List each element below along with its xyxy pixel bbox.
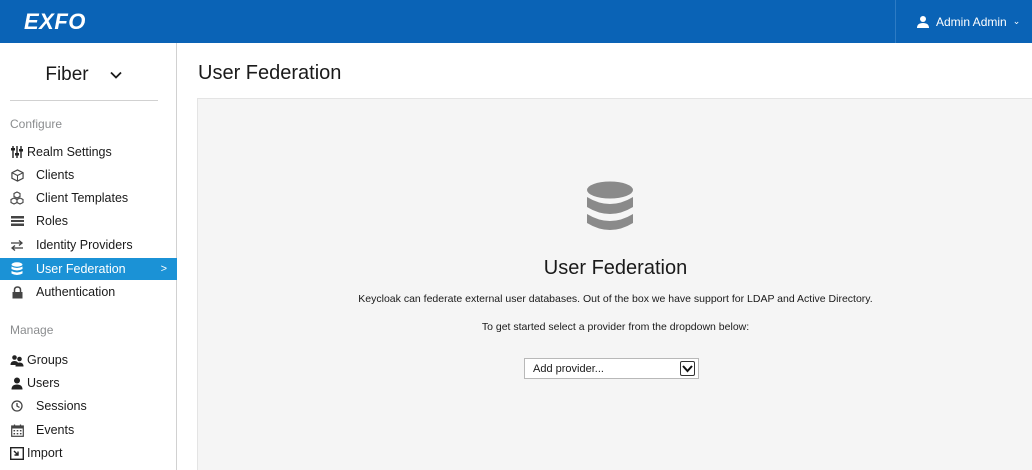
empty-state-instruction: To get started select a provider from th… bbox=[481, 321, 750, 333]
realm-name: Fiber bbox=[45, 63, 89, 85]
database-icon bbox=[10, 262, 24, 276]
sidebar: Fiber Configure Realm Settings Clients C… bbox=[0, 43, 177, 470]
sidebar-item-label: Users bbox=[27, 376, 60, 390]
user-name: Admin Admin bbox=[936, 14, 1007, 29]
cubes-icon bbox=[10, 191, 24, 205]
empty-state-panel: User Federation Keycloak can federate ex… bbox=[197, 98, 1032, 470]
sidebar-item-roles[interactable]: Roles bbox=[0, 210, 177, 232]
sidebar-item-label: Events bbox=[36, 423, 75, 437]
chevron-down-icon: ⌄ bbox=[1012, 16, 1021, 26]
sidebar-item-sessions[interactable]: Sessions bbox=[0, 395, 177, 417]
brand-area: EXFO bbox=[0, 0, 177, 43]
sidebar-item-groups[interactable]: Groups bbox=[0, 349, 177, 371]
sidebar-item-events[interactable]: Events bbox=[0, 419, 177, 441]
manage-section-label: Manage bbox=[10, 323, 54, 337]
sidebar-item-client-templates[interactable]: Client Templates bbox=[0, 187, 177, 209]
sidebar-item-label: Authentication bbox=[36, 285, 116, 299]
sidebar-item-users[interactable]: Users bbox=[0, 372, 177, 394]
chevron-down-icon bbox=[680, 361, 695, 376]
lock-icon bbox=[10, 285, 24, 299]
sidebar-item-label: Import bbox=[27, 446, 63, 460]
users-icon bbox=[10, 353, 24, 367]
chevron-down-icon bbox=[110, 71, 122, 79]
page-title: User Federation bbox=[198, 62, 342, 84]
select-value: Add provider... bbox=[533, 362, 604, 375]
add-provider-select[interactable]: Add provider... bbox=[524, 358, 699, 379]
sidebar-item-label: User Federation bbox=[36, 262, 126, 276]
sidebar-item-user-federation[interactable]: User Federation > bbox=[0, 258, 177, 280]
exchange-icon bbox=[10, 238, 24, 252]
list-icon bbox=[10, 214, 24, 228]
sidebar-item-clients[interactable]: Clients bbox=[0, 164, 177, 186]
sidebar-item-label: Groups bbox=[27, 353, 68, 367]
sidebar-item-label: Clients bbox=[36, 168, 75, 182]
empty-state-description: Keycloak can federate external user data… bbox=[358, 293, 873, 305]
sliders-icon bbox=[10, 145, 24, 159]
user-icon bbox=[917, 15, 929, 28]
sidebar-item-label: Client Templates bbox=[36, 191, 129, 205]
sidebar-item-import[interactable]: Import bbox=[0, 442, 177, 464]
brand-logo[interactable]: EXFO bbox=[24, 9, 86, 35]
calendar-icon bbox=[10, 423, 24, 437]
import-icon bbox=[10, 446, 24, 460]
sidebar-item-realm-settings[interactable]: Realm Settings bbox=[0, 141, 177, 163]
empty-state-title: User Federation bbox=[543, 257, 688, 279]
clock-icon bbox=[10, 399, 24, 413]
configure-section-label: Configure bbox=[10, 117, 63, 131]
chevron-right-icon: > bbox=[160, 263, 167, 275]
cube-icon bbox=[10, 168, 24, 182]
user-icon bbox=[10, 376, 24, 390]
sidebar-item-label: Realm Settings bbox=[27, 145, 112, 159]
sidebar-item-label: Roles bbox=[36, 214, 68, 228]
sidebar-item-authentication[interactable]: Authentication bbox=[0, 281, 177, 303]
sidebar-item-label: Sessions bbox=[36, 399, 87, 413]
sidebar-item-label: Identity Providers bbox=[36, 238, 133, 252]
top-navbar: EXFO Admin Admin ⌄ bbox=[0, 0, 1032, 43]
realm-selector[interactable]: Fiber bbox=[10, 49, 158, 101]
database-icon bbox=[587, 181, 633, 230]
sidebar-item-identity-providers[interactable]: Identity Providers bbox=[0, 234, 177, 256]
user-menu[interactable]: Admin Admin ⌄ bbox=[895, 0, 1032, 43]
